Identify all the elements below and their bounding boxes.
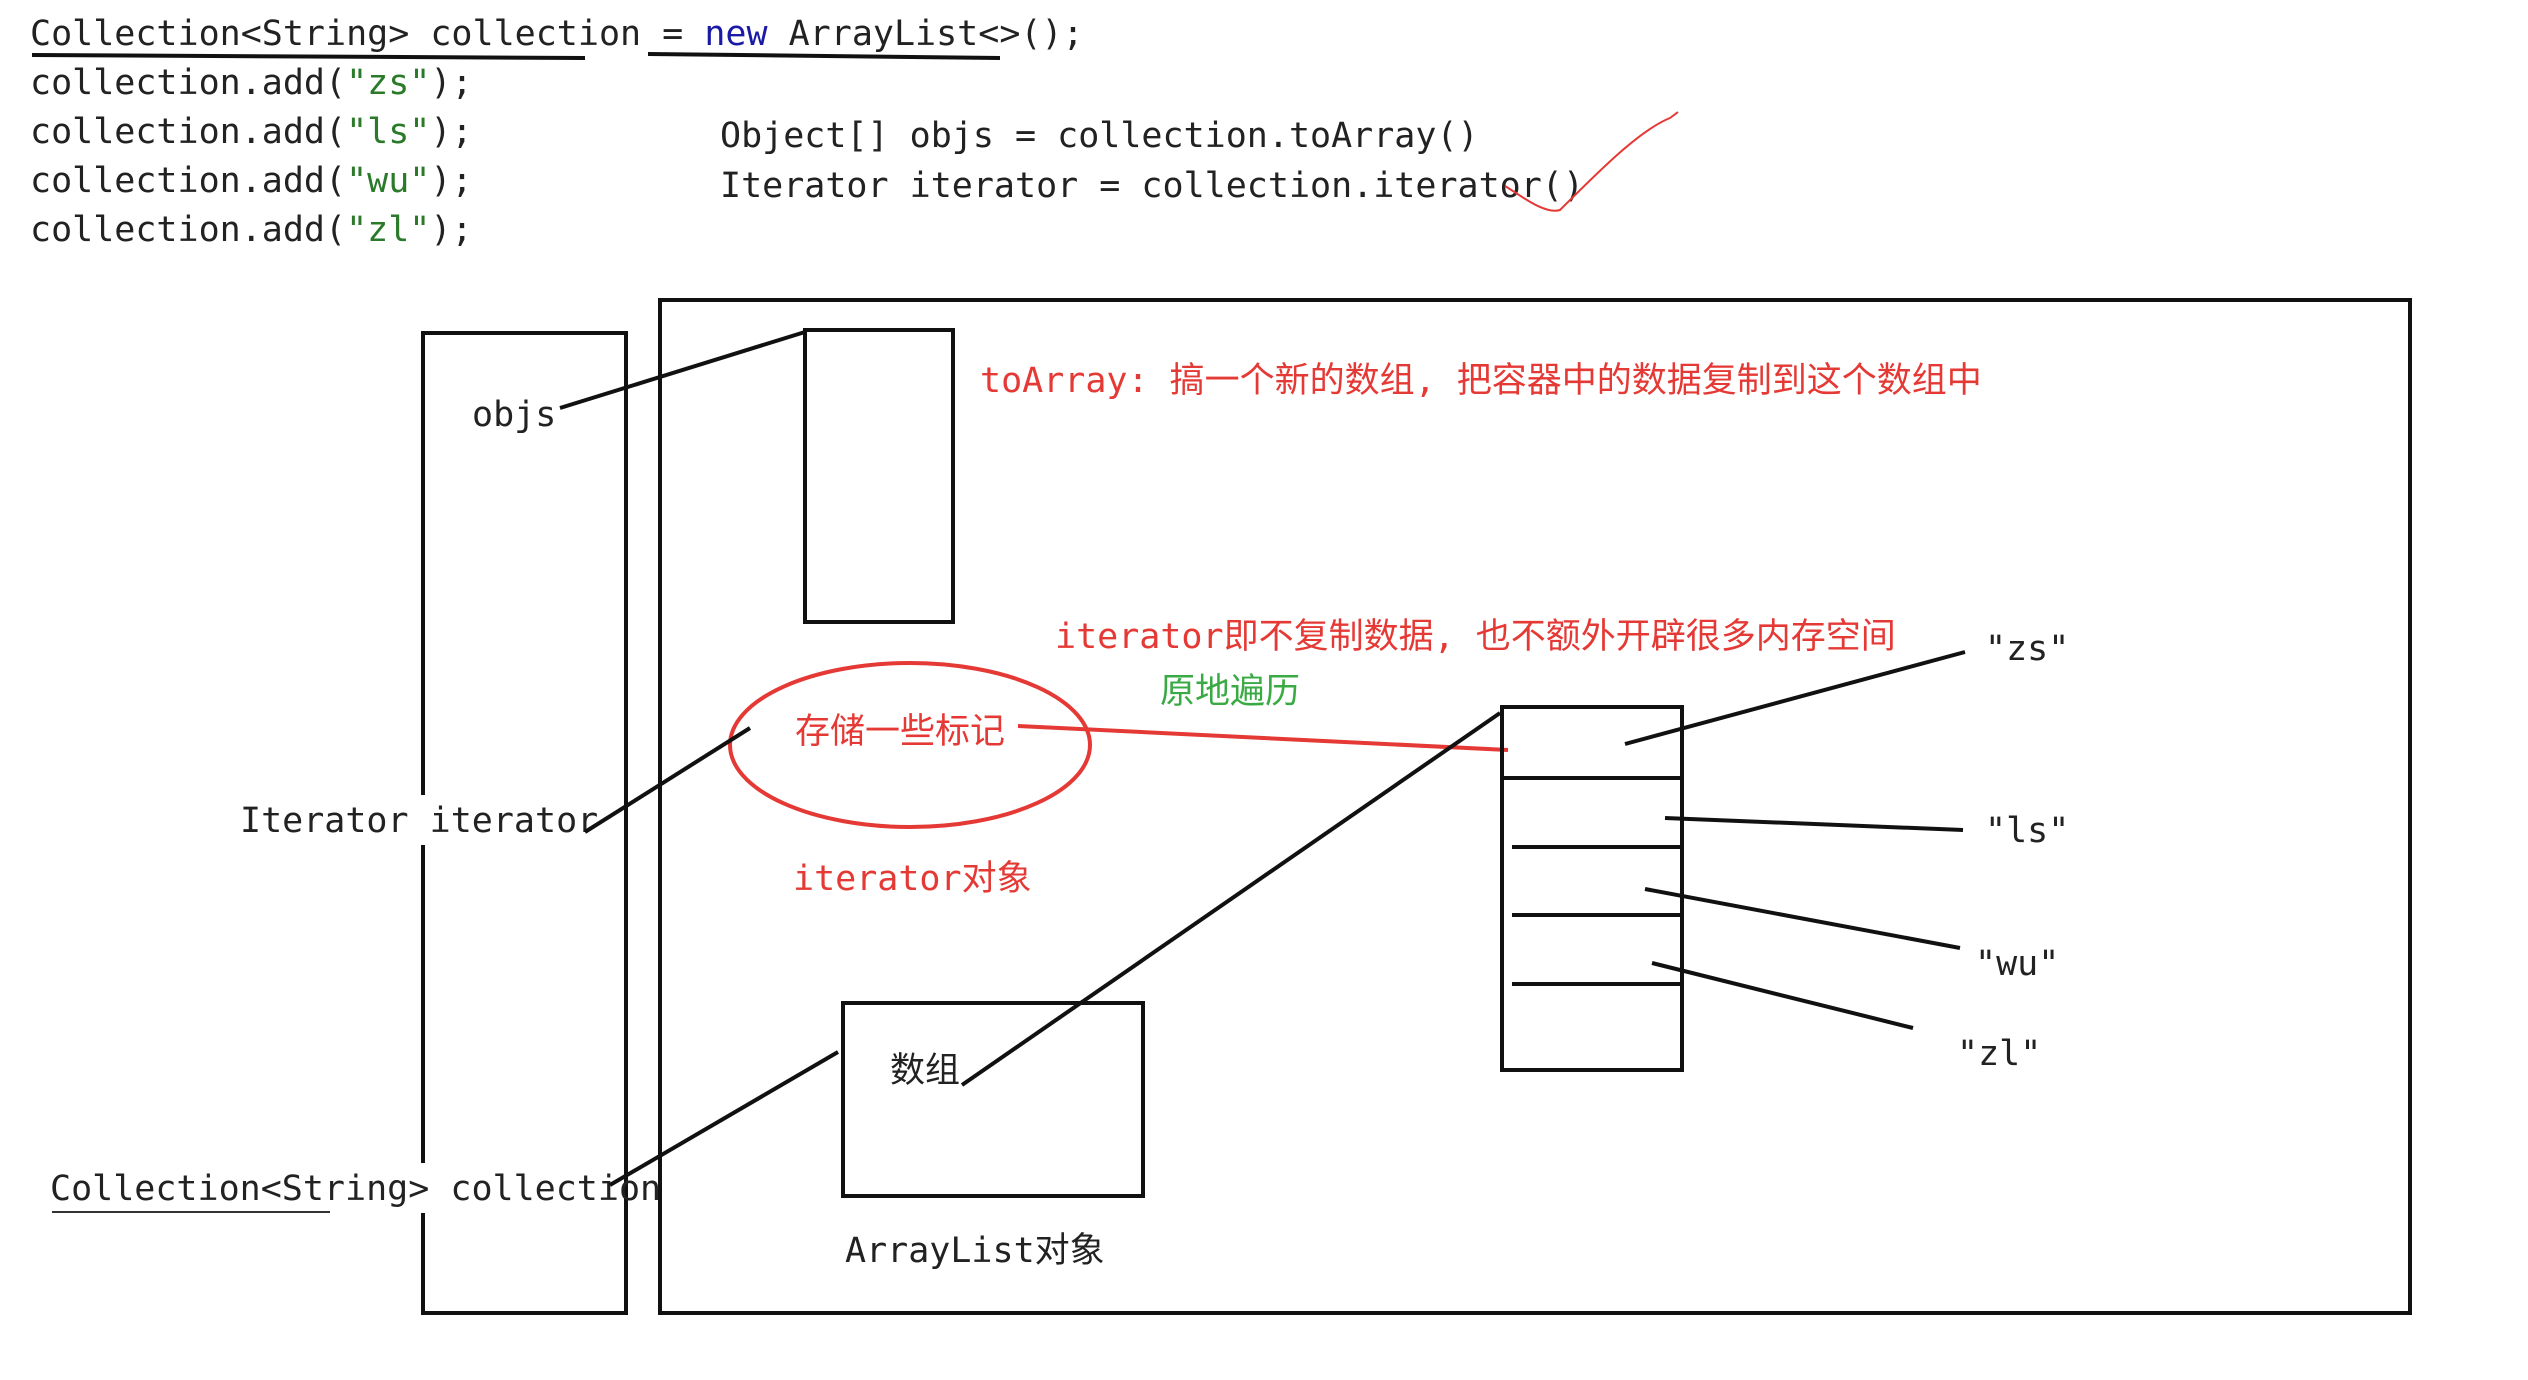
value-zs: "zs": [1985, 629, 2069, 669]
code-line-iterator: Iterator iterator = collection.iterator(…: [720, 166, 1584, 206]
code-decl-type: Collection<String> collection: [30, 14, 641, 54]
stack-frame: objs Iterator iterator Collection<String…: [45, 331, 661, 1315]
arrow-objs-to-copy: [559, 330, 806, 410]
code-block: Collection<String> collection = new Arra…: [30, 14, 1679, 250]
arrow-slot0-to-zs: [1624, 650, 1966, 746]
value-ls: "ls": [1985, 811, 2069, 851]
iterator-marker-label: 存储一些标记: [795, 712, 1005, 752]
code-line-add-zl: collection.add("zl");: [30, 210, 473, 250]
array-field-label: 数组: [890, 1051, 960, 1091]
arrow-collection-to-arraylist: [608, 1050, 840, 1187]
code-line-add-zs: collection.add("zs");: [30, 63, 473, 103]
toarray-copy-array: [803, 328, 955, 624]
arrow-slot1-to-ls: [1664, 816, 1964, 832]
note-iterator: iterator即不复制数据, 也不额外开辟很多内存空间: [1055, 617, 1896, 657]
stack-var-iterator: Iterator iterator: [240, 801, 598, 841]
value-wu: "wu": [1975, 944, 2059, 984]
arraylist-object-box: [841, 1001, 1145, 1198]
heap-box: [658, 298, 2412, 1315]
code-decl-eq: =: [641, 14, 704, 54]
note-toarray: toArray: 搞一个新的数组, 把容器中的数据复制到这个数组中: [980, 361, 1982, 401]
underline-declaration-type: [31, 53, 586, 60]
value-zl: "zl": [1957, 1034, 2041, 1074]
arrow-array-field-to-array: [960, 711, 1502, 1087]
arrow-slot3-to-zl: [1651, 961, 1914, 1030]
backing-array: [1500, 705, 1684, 1072]
underline-declaration-new: [647, 52, 1001, 60]
note-in-place: 原地遍历: [1160, 672, 1300, 712]
arraylist-object-label: ArrayList对象: [845, 1231, 1105, 1271]
code-line-declaration: Collection<String> collection = new Arra…: [30, 14, 1084, 54]
code-line-toarray: Object[] objs = collection.toArray(): [720, 116, 1479, 156]
code-decl-rest: ArrayList<>();: [768, 14, 1084, 54]
arrow-slot2-to-wu: [1644, 887, 1961, 950]
stack-var-objs: objs: [472, 395, 556, 435]
iterator-object-label: iterator对象: [793, 859, 1032, 899]
code-line-add-ls: collection.add("ls");: [30, 112, 473, 152]
code-line-add-wu: collection.add("wu");: [30, 161, 473, 201]
arrow-iterator-to-object: [583, 726, 752, 834]
stack-var-collection: Collection<String> collection: [50, 1169, 661, 1209]
code-decl-new: new: [704, 14, 768, 54]
memory-diagram: Collection<String> collection = new Arra…: [30, 14, 2412, 1315]
